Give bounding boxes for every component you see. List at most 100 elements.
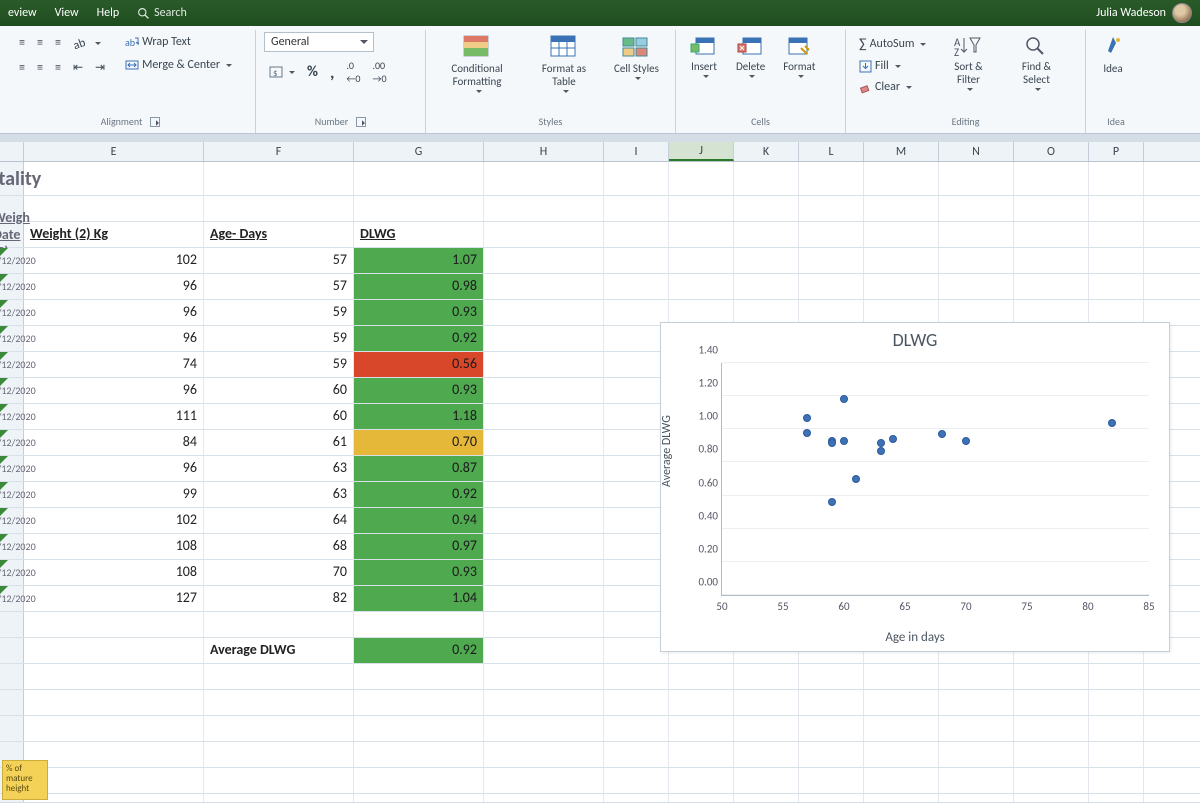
cell-weight[interactable]: 74 bbox=[24, 352, 204, 377]
align-top-button[interactable]: ≡ bbox=[14, 32, 30, 54]
alignment-dialog-launcher[interactable] bbox=[150, 117, 160, 127]
cell[interactable] bbox=[24, 638, 204, 663]
cell-dlwg[interactable]: 1.07 bbox=[354, 248, 484, 273]
cell[interactable] bbox=[939, 248, 1014, 273]
cell[interactable] bbox=[799, 794, 864, 802]
cell[interactable] bbox=[1014, 162, 1089, 195]
account-button[interactable]: Julia Wadeson bbox=[1096, 3, 1192, 23]
cell[interactable] bbox=[604, 768, 669, 793]
row-header[interactable] bbox=[0, 716, 24, 741]
cell[interactable] bbox=[939, 664, 1014, 689]
cell[interactable] bbox=[1089, 162, 1144, 195]
cell[interactable] bbox=[204, 612, 354, 637]
cell[interactable] bbox=[799, 664, 864, 689]
cell[interactable] bbox=[939, 716, 1014, 741]
cell[interactable] bbox=[1089, 222, 1144, 247]
average-dlwg-label[interactable]: Average DLWG bbox=[204, 638, 354, 663]
cell[interactable] bbox=[354, 794, 484, 802]
cell-dlwg[interactable]: 1.18 bbox=[354, 404, 484, 429]
cell[interactable] bbox=[604, 794, 669, 802]
indent-inc-button[interactable]: ⇥ bbox=[90, 57, 110, 78]
cell-dlwg[interactable]: 0.92 bbox=[354, 326, 484, 351]
cell-weigh-date[interactable]: 18/12/2020 bbox=[0, 456, 24, 481]
cell[interactable] bbox=[669, 742, 734, 767]
cell[interactable] bbox=[354, 742, 484, 767]
cell[interactable] bbox=[799, 274, 864, 299]
col-header-weight[interactable]: Weight (2) Kg bbox=[24, 222, 204, 247]
cell-styles-button[interactable]: Cell Styles bbox=[608, 32, 665, 83]
cell[interactable] bbox=[669, 716, 734, 741]
cell[interactable] bbox=[24, 612, 204, 637]
number-dialog-launcher[interactable] bbox=[356, 117, 366, 127]
wrap-text-button[interactable]: ab Wrap Text bbox=[120, 32, 237, 52]
column-header-G[interactable]: G bbox=[354, 142, 484, 161]
cell[interactable] bbox=[669, 768, 734, 793]
cell[interactable] bbox=[354, 612, 484, 637]
cell[interactable] bbox=[24, 196, 204, 221]
cell-dlwg[interactable]: 0.92 bbox=[354, 482, 484, 507]
cell[interactable] bbox=[484, 690, 604, 715]
col-header-dlwg[interactable]: DLWG bbox=[354, 222, 484, 247]
cell-weight[interactable]: 102 bbox=[24, 248, 204, 273]
insert-button[interactable]: Insert bbox=[684, 32, 724, 81]
cell-weight[interactable]: 84 bbox=[24, 430, 204, 455]
clear-button[interactable]: Clear bbox=[854, 77, 931, 97]
cell[interactable] bbox=[864, 248, 939, 273]
column-header-N[interactable]: N bbox=[939, 142, 1014, 161]
cell[interactable] bbox=[484, 586, 604, 611]
cell[interactable] bbox=[669, 222, 734, 247]
cell-weight[interactable]: 96 bbox=[24, 456, 204, 481]
column-header-J[interactable]: J bbox=[669, 142, 734, 161]
cell[interactable] bbox=[24, 768, 204, 793]
cell[interactable] bbox=[484, 742, 604, 767]
cell[interactable] bbox=[799, 768, 864, 793]
cell[interactable] bbox=[484, 222, 604, 247]
cell[interactable] bbox=[484, 638, 604, 663]
cell[interactable] bbox=[354, 768, 484, 793]
cell-dlwg[interactable]: 1.04 bbox=[354, 586, 484, 611]
cell[interactable] bbox=[204, 664, 354, 689]
cell[interactable] bbox=[604, 222, 669, 247]
ideas-button[interactable]: Idea bbox=[1094, 32, 1132, 77]
column-header-E[interactable]: E bbox=[24, 142, 204, 161]
cell[interactable] bbox=[204, 768, 354, 793]
cell[interactable] bbox=[1089, 690, 1144, 715]
cell-age[interactable]: 57 bbox=[204, 248, 354, 273]
cell-age[interactable]: 70 bbox=[204, 560, 354, 585]
cell[interactable] bbox=[484, 248, 604, 273]
cell[interactable] bbox=[484, 768, 604, 793]
cell[interactable] bbox=[669, 248, 734, 273]
page-title[interactable]: Vitality bbox=[0, 162, 24, 195]
cell-weigh-date[interactable]: 18/12/2020 bbox=[0, 430, 24, 455]
cell[interactable] bbox=[799, 196, 864, 221]
cell[interactable] bbox=[484, 716, 604, 741]
tab-review[interactable]: eview bbox=[8, 6, 37, 20]
cell[interactable] bbox=[864, 274, 939, 299]
format-as-table-button[interactable]: Format as Table bbox=[526, 32, 602, 96]
cell[interactable] bbox=[799, 162, 864, 195]
cell[interactable] bbox=[864, 664, 939, 689]
cell[interactable] bbox=[669, 162, 734, 195]
cell-weigh-date[interactable]: 18/12/2020 bbox=[0, 274, 24, 299]
cell-dlwg[interactable]: 0.93 bbox=[354, 300, 484, 325]
cell-age[interactable]: 59 bbox=[204, 300, 354, 325]
cell[interactable] bbox=[24, 716, 204, 741]
cell[interactable] bbox=[484, 352, 604, 377]
cell-age[interactable]: 61 bbox=[204, 430, 354, 455]
cell[interactable] bbox=[864, 222, 939, 247]
cell[interactable] bbox=[669, 690, 734, 715]
cell[interactable] bbox=[204, 196, 354, 221]
cell-weight[interactable]: 111 bbox=[24, 404, 204, 429]
cell[interactable] bbox=[669, 794, 734, 802]
cell[interactable] bbox=[484, 430, 604, 455]
cell[interactable] bbox=[799, 690, 864, 715]
align-bot-button[interactable]: ≡ bbox=[50, 32, 66, 54]
cell-weigh-date[interactable]: 18/12/2020 bbox=[0, 326, 24, 351]
cell[interactable] bbox=[604, 690, 669, 715]
cell[interactable] bbox=[1014, 196, 1089, 221]
cell[interactable] bbox=[939, 690, 1014, 715]
cell[interactable] bbox=[939, 162, 1014, 195]
column-header-M[interactable]: M bbox=[864, 142, 939, 161]
cell-age[interactable]: 64 bbox=[204, 508, 354, 533]
cell-dlwg[interactable]: 0.98 bbox=[354, 274, 484, 299]
